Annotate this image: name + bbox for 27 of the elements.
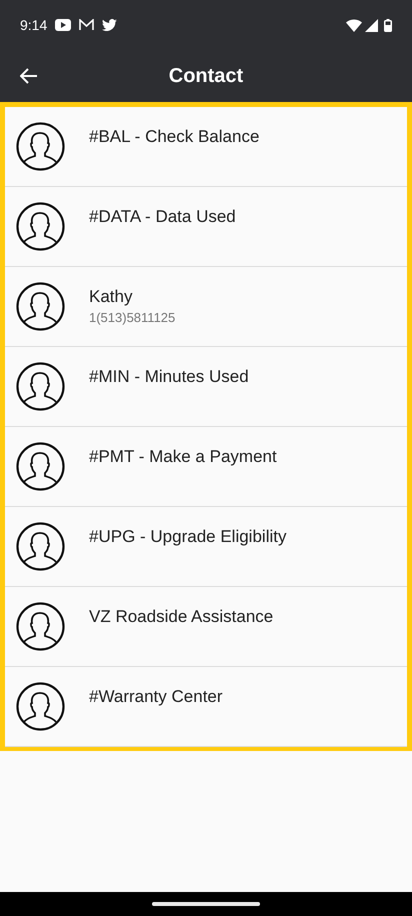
person-avatar-icon xyxy=(16,122,65,171)
person-avatar-icon xyxy=(16,202,65,251)
person-avatar-icon xyxy=(16,442,65,491)
contact-name: #UPG - Upgrade Eligibility xyxy=(89,527,286,547)
status-time: 9:14 xyxy=(20,17,48,33)
contact-name: Kathy xyxy=(89,287,134,307)
contact-name: #BAL - Check Balance xyxy=(89,127,260,147)
bird-icon xyxy=(102,19,118,31)
back-arrow-icon xyxy=(20,68,38,84)
contact-name: #Warranty Center xyxy=(89,687,223,707)
contact-name: #DATA - Data Used xyxy=(89,207,236,227)
home-handle[interactable] xyxy=(152,902,260,906)
phone-number: 1(513)5811125 xyxy=(89,310,176,325)
contact-name: VZ Roadside Assistance xyxy=(89,607,274,627)
wifi-icon xyxy=(346,18,362,32)
mail-icon xyxy=(79,19,94,31)
person-avatar-icon xyxy=(16,282,65,331)
person-avatar-icon xyxy=(16,602,65,651)
contact-name: #MIN - Minutes Used xyxy=(89,367,249,387)
video-play-icon xyxy=(55,19,72,31)
contact-name: #PMT - Make a Payment xyxy=(89,447,277,467)
battery-icon xyxy=(384,18,392,32)
screen-title: Contact xyxy=(168,64,244,86)
signal-icon xyxy=(365,18,378,32)
person-avatar-icon xyxy=(16,682,65,731)
person-avatar-icon xyxy=(16,362,65,411)
person-avatar-icon xyxy=(16,522,65,571)
